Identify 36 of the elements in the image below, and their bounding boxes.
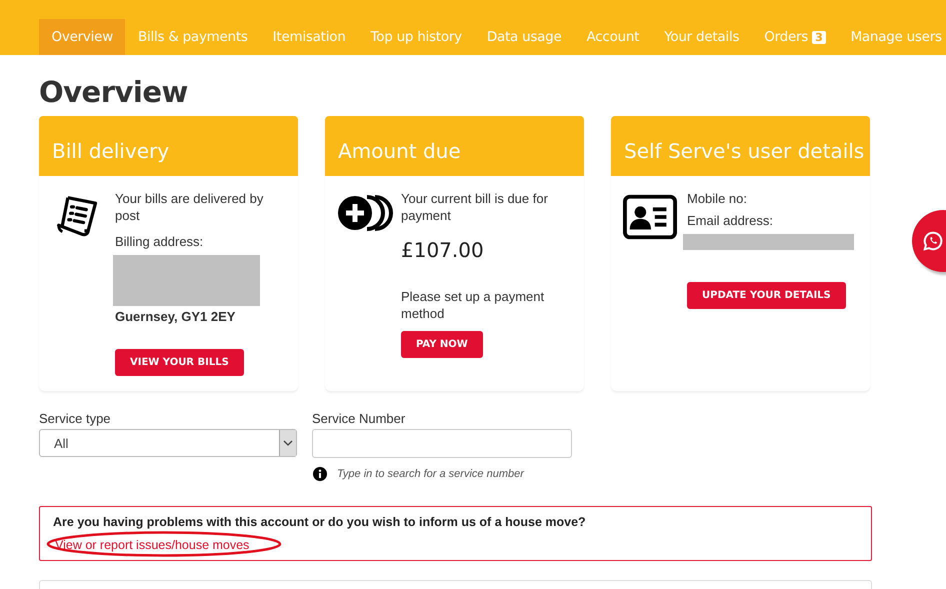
count-badge: 3 xyxy=(812,30,826,44)
chevron-down-icon xyxy=(283,440,293,446)
amount-text: £107.00 xyxy=(401,238,485,262)
nav-tab[interactable]: Top up history xyxy=(358,19,474,55)
id-card-icon xyxy=(623,194,677,240)
hint-text: Type in to search for a service number xyxy=(337,468,524,480)
payment-note: Please set up a payment method xyxy=(401,288,546,322)
nav-tab[interactable]: Overview xyxy=(39,19,126,55)
card-title: Self Serve's user details xyxy=(611,116,870,176)
nav-tab[interactable]: Manage users xyxy=(838,19,946,55)
service-number-field[interactable] xyxy=(312,429,572,458)
field-label: Service type xyxy=(39,411,112,426)
nav-tab[interactable]: Itemisation xyxy=(260,19,358,55)
service-type-dropdown[interactable]: All xyxy=(39,429,297,457)
delivery-text: Your bills are delivered by post xyxy=(115,190,264,224)
alert-text: Are you having problems with this account or do you wish to inform us of a house move? xyxy=(53,515,587,530)
address-text: Guernsey, GY1 2EY xyxy=(115,308,236,325)
chat-icon xyxy=(922,230,944,252)
nav-tab[interactable]: Data usage xyxy=(474,19,574,55)
card-title: Amount due xyxy=(325,116,584,176)
nav-tab[interactable]: Bills & payments xyxy=(125,19,260,55)
update-details-button[interactable]: UPDATE YOUR DETAILS xyxy=(687,282,846,309)
view-bills-button[interactable]: VIEW YOUR BILLS xyxy=(115,349,244,376)
field-label: Email address: xyxy=(687,212,774,229)
info-icon xyxy=(313,467,327,481)
due-text: Your current bill is due for payment xyxy=(401,190,549,224)
page-title: Overview xyxy=(39,75,189,109)
card-title: Bill delivery xyxy=(39,116,298,176)
field-label: Billing address: xyxy=(115,233,204,250)
coins-icon xyxy=(337,194,393,232)
nav-tab[interactable]: Your details xyxy=(652,19,752,55)
nav-tab[interactable]: Orders 3 xyxy=(752,19,838,55)
field-label: Mobile no: xyxy=(687,190,748,207)
nav-tab[interactable]: Account xyxy=(574,19,652,55)
pay-now-button[interactable]: PAY NOW xyxy=(401,331,483,358)
field-label: Service Number xyxy=(312,411,406,426)
